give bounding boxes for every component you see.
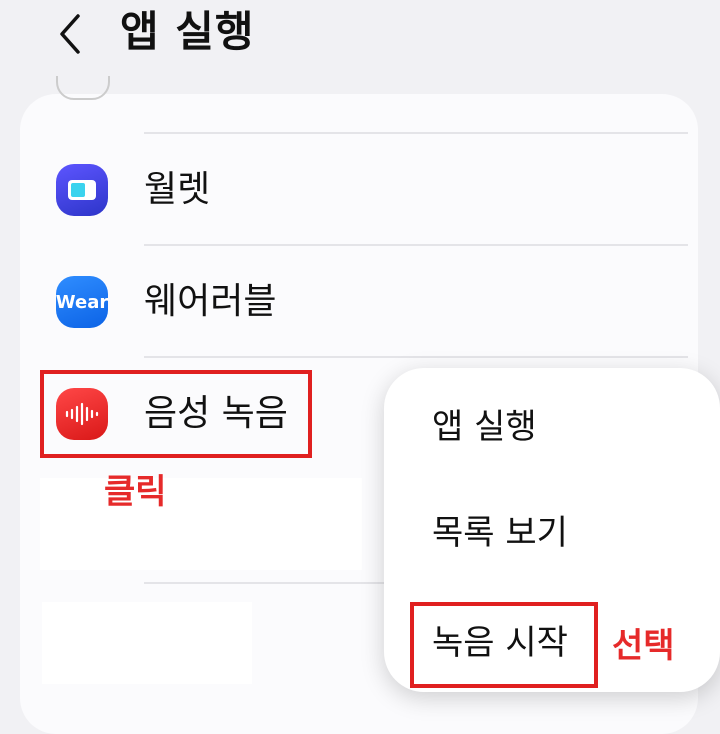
blank-area [40, 478, 362, 570]
wear-icon-text: Wear [55, 291, 109, 313]
click-highlight-box [40, 370, 312, 458]
chevron-left-icon [60, 14, 80, 54]
app-icon [56, 76, 110, 100]
list-item-label: 웨어러블 [144, 281, 277, 322]
menu-item-launch-app[interactable]: 앱 실행 [432, 404, 537, 450]
wear-icon: Wear [56, 276, 108, 328]
menu-item-view-list[interactable]: 목록 보기 [432, 510, 568, 556]
back-button[interactable] [52, 8, 92, 58]
blank-area [42, 602, 252, 684]
select-highlight-box [410, 602, 598, 688]
list-item-label: 월렛 [144, 169, 211, 210]
list-item-wearable[interactable]: Wear 웨어러블 [20, 246, 698, 356]
list-item-wallet[interactable]: 월렛 [20, 134, 698, 244]
select-annotation: 선택 [612, 626, 675, 666]
partial-list-item [56, 76, 356, 100]
wallet-icon [56, 164, 108, 216]
click-annotation: 클릭 [104, 472, 167, 512]
page-title: 앱 실행 [120, 7, 255, 56]
